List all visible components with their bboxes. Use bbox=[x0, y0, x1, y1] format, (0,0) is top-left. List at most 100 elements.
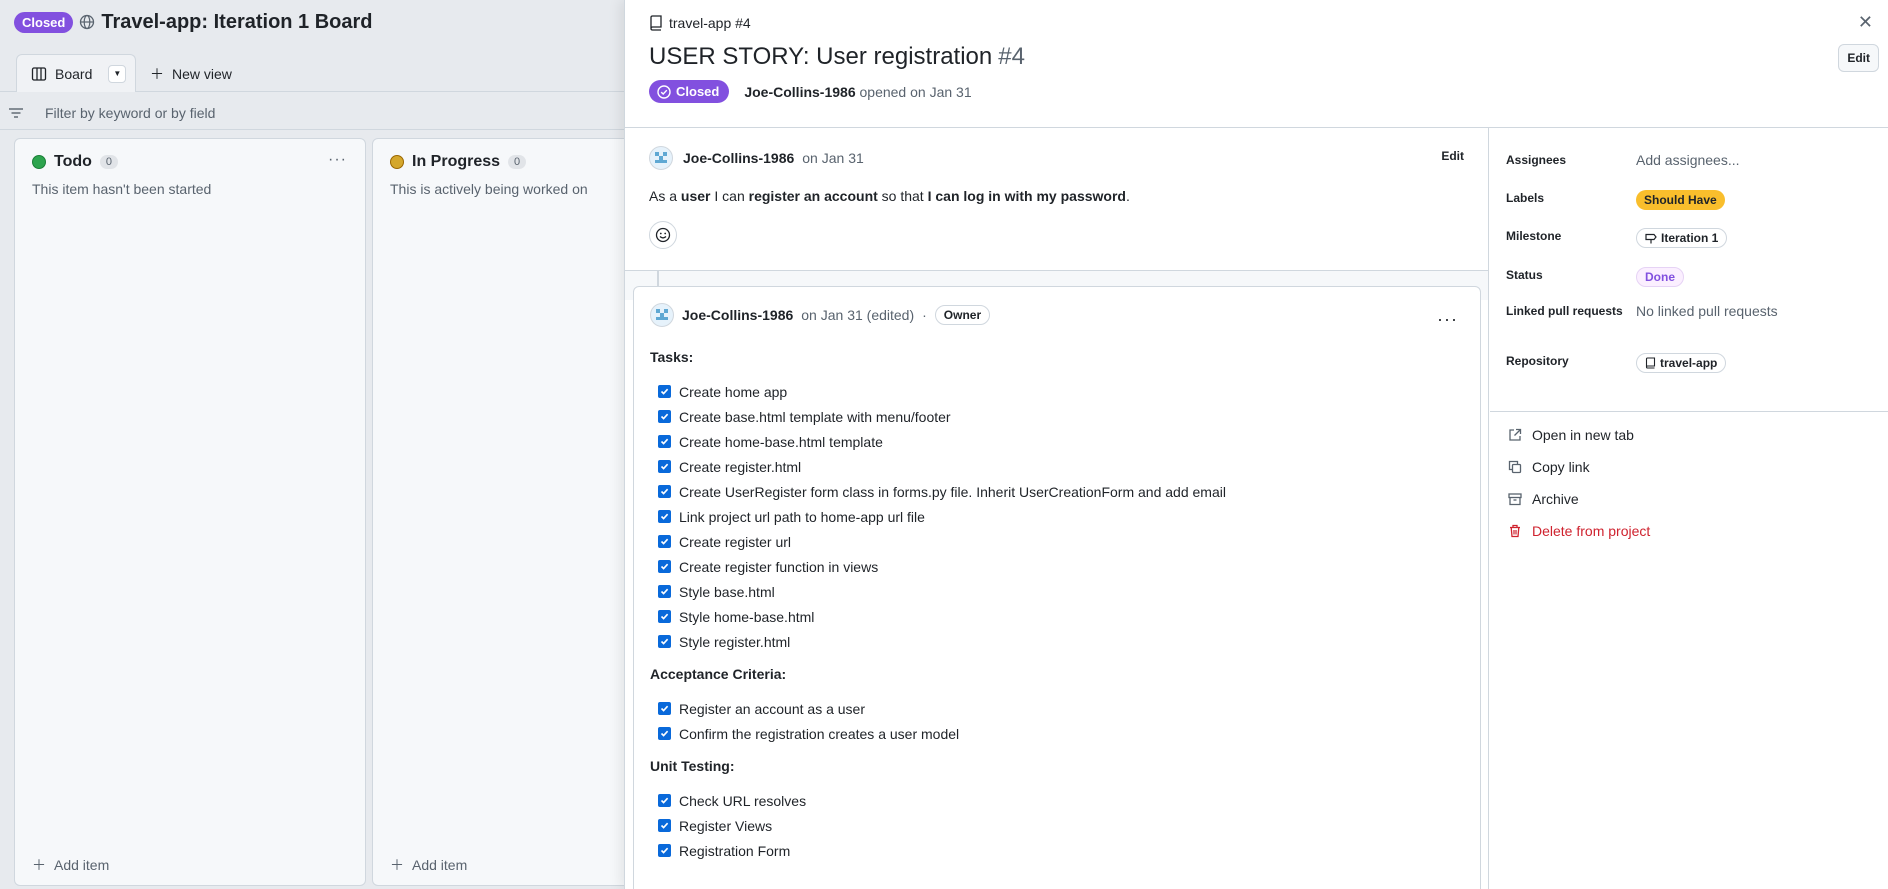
new-view-button[interactable]: ＋ New view bbox=[150, 64, 232, 84]
column-title: In Progress bbox=[412, 153, 501, 170]
task-item[interactable]: Style register.html bbox=[658, 629, 1460, 654]
plus-icon: ＋ bbox=[32, 857, 46, 873]
task-item[interactable]: Link project url path to home-app url fi… bbox=[658, 504, 1460, 529]
task-item[interactable]: Check URL resolves bbox=[658, 788, 1460, 813]
checkbox-checked-icon[interactable] bbox=[658, 460, 671, 473]
checkbox-checked-icon[interactable] bbox=[658, 702, 671, 715]
checkbox-checked-icon[interactable] bbox=[658, 844, 671, 857]
task-label: Create home app bbox=[679, 383, 788, 400]
field-assignees: Assignees Add assignees... bbox=[1506, 152, 1740, 169]
avatar[interactable] bbox=[650, 303, 674, 327]
close-icon[interactable]: ✕ bbox=[1858, 12, 1873, 33]
smiley-icon bbox=[655, 227, 671, 243]
archive-button[interactable]: Archive bbox=[1508, 491, 1579, 507]
task-item[interactable]: Style base.html bbox=[658, 579, 1460, 604]
task-item[interactable]: Registration Form bbox=[658, 838, 1460, 863]
filter-input[interactable]: Filter by keyword or by field bbox=[45, 105, 215, 121]
field-label: Labels bbox=[1506, 191, 1545, 205]
view-options-caret[interactable]: ▼ bbox=[108, 64, 127, 83]
task-label: Create register url bbox=[679, 533, 792, 550]
task-label: Create register function in views bbox=[679, 558, 879, 575]
checkbox-checked-icon[interactable] bbox=[658, 485, 671, 498]
edit-title-button[interactable]: Edit bbox=[1838, 44, 1879, 72]
section-title: Tasks: bbox=[650, 349, 694, 365]
field-label: Repository bbox=[1506, 354, 1569, 368]
field-label: Assignees bbox=[1506, 153, 1567, 167]
task-label: Registration Form bbox=[679, 842, 791, 859]
archive-icon bbox=[1508, 493, 1522, 506]
label-should-have[interactable]: Should Have bbox=[1636, 190, 1725, 210]
plus-icon: ＋ bbox=[150, 66, 164, 82]
task-item[interactable]: Create register url bbox=[658, 529, 1460, 554]
task-item[interactable]: Register an account as a user bbox=[658, 696, 1460, 721]
task-label: Create home-base.html template bbox=[679, 433, 883, 450]
task-label: Check URL resolves bbox=[679, 792, 807, 809]
task-label: Register Views bbox=[679, 817, 773, 834]
checkbox-checked-icon[interactable] bbox=[658, 635, 671, 648]
checkbox-checked-icon[interactable] bbox=[658, 585, 671, 598]
task-item[interactable]: Create register.html bbox=[658, 454, 1460, 479]
avatar[interactable] bbox=[649, 146, 673, 170]
field-labels: Labels Should Have bbox=[1506, 190, 1725, 210]
add-item-button[interactable]: ＋ Add item bbox=[32, 855, 109, 875]
edit-description-button[interactable]: Edit bbox=[1441, 149, 1464, 163]
task-item[interactable]: Style home-base.html bbox=[658, 604, 1460, 629]
add-reaction-button[interactable] bbox=[649, 221, 677, 249]
open-in-new-tab-button[interactable]: Open in new tab bbox=[1508, 427, 1634, 443]
add-item-button[interactable]: ＋ Add item bbox=[390, 855, 467, 875]
column-menu-icon[interactable]: ··· bbox=[328, 151, 347, 169]
description-author-link[interactable]: Joe-Collins-1986 bbox=[683, 150, 794, 166]
status-dot-icon bbox=[390, 155, 404, 169]
task-item[interactable]: Create home app bbox=[658, 379, 1460, 404]
action-label: Archive bbox=[1532, 491, 1579, 507]
check-circle-icon bbox=[657, 84, 671, 99]
delete-from-project-button[interactable]: Delete from project bbox=[1508, 523, 1650, 539]
tab-board-label: Board bbox=[55, 65, 93, 82]
checkbox-checked-icon[interactable] bbox=[658, 794, 671, 807]
status-dot-icon bbox=[32, 155, 46, 169]
checkbox-checked-icon[interactable] bbox=[658, 410, 671, 423]
checkbox-checked-icon[interactable] bbox=[658, 727, 671, 740]
task-item[interactable]: Create base.html template with menu/foot… bbox=[658, 404, 1460, 429]
task-item[interactable]: Confirm the registration creates a user … bbox=[658, 721, 1460, 746]
checkbox-checked-icon[interactable] bbox=[658, 385, 671, 398]
comment-date[interactable]: on Jan 31 (edited) bbox=[801, 307, 914, 323]
copy-link-button[interactable]: Copy link bbox=[1508, 459, 1590, 475]
avatar-identicon-icon bbox=[656, 309, 668, 320]
task-item[interactable]: Create register function in views bbox=[658, 554, 1460, 579]
filter-icon[interactable] bbox=[8, 105, 24, 121]
repo-reference[interactable]: travel-app #4 bbox=[649, 15, 751, 31]
checkbox-checked-icon[interactable] bbox=[658, 610, 671, 623]
issue-sidebar: Assignees Add assignees... Labels Should… bbox=[1490, 128, 1888, 889]
milestone-chip[interactable]: Iteration 1 bbox=[1636, 228, 1728, 248]
repo-icon bbox=[1645, 357, 1656, 369]
action-label: Copy link bbox=[1532, 459, 1590, 475]
filter-bar: Filter by keyword or by field bbox=[0, 96, 624, 130]
repository-chip[interactable]: travel-app bbox=[1636, 353, 1727, 373]
comment-body: Tasks: Create home app Create base.html … bbox=[650, 349, 1460, 875]
checkbox-checked-icon[interactable] bbox=[658, 560, 671, 573]
checkbox-checked-icon[interactable] bbox=[658, 819, 671, 832]
issue-author-link[interactable]: Joe-Collins-1986 bbox=[744, 84, 855, 100]
globe-icon bbox=[80, 14, 95, 30]
checkbox-checked-icon[interactable] bbox=[658, 535, 671, 548]
external-link-icon bbox=[1509, 428, 1522, 441]
comment-author-link[interactable]: Joe-Collins-1986 bbox=[682, 307, 793, 323]
add-assignees-button[interactable]: Add assignees... bbox=[1636, 152, 1740, 169]
milestone-icon bbox=[1645, 233, 1657, 244]
column-count: 0 bbox=[99, 155, 119, 169]
task-label: Confirm the registration creates a user … bbox=[679, 725, 960, 742]
task-item[interactable]: Register Views bbox=[658, 813, 1460, 838]
field-milestone: Milestone Iteration 1 bbox=[1506, 228, 1728, 248]
task-label: Link project url path to home-app url fi… bbox=[679, 508, 925, 525]
checkbox-checked-icon[interactable] bbox=[658, 510, 671, 523]
task-item[interactable]: Create home-base.html template bbox=[658, 429, 1460, 454]
task-list: Register an account as a user Confirm th… bbox=[650, 696, 1460, 746]
tab-board[interactable]: Board ▼ bbox=[16, 54, 136, 92]
issue-meta: Joe-Collins-1986 opened on Jan 31 bbox=[744, 84, 971, 100]
status-done-badge[interactable]: Done bbox=[1636, 267, 1684, 287]
comment-card: Joe-Collins-1986 on Jan 31 (edited) · Ow… bbox=[633, 286, 1481, 889]
checkbox-checked-icon[interactable] bbox=[658, 435, 671, 448]
task-item[interactable]: Create UserRegister form class in forms.… bbox=[658, 479, 1460, 504]
comment-menu-icon[interactable]: ··· bbox=[1437, 309, 1458, 330]
